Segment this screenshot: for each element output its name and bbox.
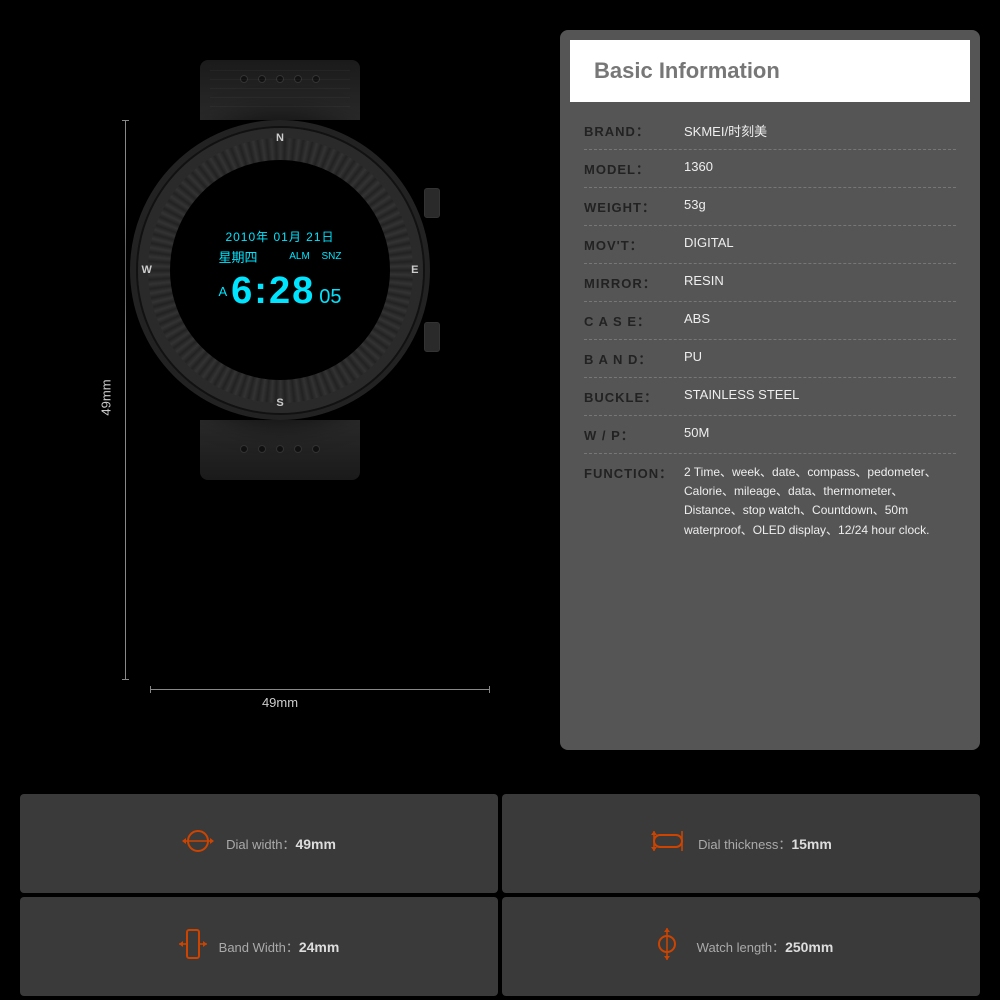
dim-label-width: 49mm — [262, 695, 298, 710]
info-row: BUCKLE：STAINLESS STEEL — [584, 378, 956, 416]
measure-icon — [649, 928, 685, 965]
watch-section: 49mm N S E — [20, 20, 540, 780]
measure-label: Dial thickness： — [698, 837, 791, 852]
band-hole — [312, 75, 320, 83]
band-holes-bottom — [200, 420, 360, 453]
measure-bar: Band Width：24mm — [20, 897, 498, 996]
band-hole — [240, 75, 248, 83]
measure-icon — [179, 928, 207, 965]
bottom-bars: Dial width：49mm Dial thickness：15mm Band W… — [0, 790, 1000, 1000]
measure-bar: Dial width：49mm — [20, 794, 498, 893]
info-row-value: 53g — [684, 197, 956, 212]
watch-seconds: 05 — [319, 286, 341, 309]
watch-time-row: A 6:28 05 — [219, 270, 342, 313]
watch-a-label: A — [219, 284, 228, 299]
watch-day: 星期四 — [219, 247, 258, 266]
measure-text: Band Width：24mm — [219, 937, 340, 956]
band-hole — [258, 445, 266, 453]
compass-south: S — [276, 397, 283, 409]
band-hole — [312, 445, 320, 453]
band-hole — [258, 75, 266, 83]
watch-display: 2010年 01月 21日 星期四 ALM SNZ A 6:28 05 — [209, 218, 352, 323]
info-row-label: B A N D： — [584, 349, 684, 368]
info-body: BRAND：SKMEI/时刻美MODEL：1360WEIGHT：53gMOV'T… — [560, 102, 980, 559]
info-row-value: SKMEI/时刻美 — [684, 121, 956, 140]
info-row-value: DIGITAL — [684, 235, 956, 250]
info-row: FUNCTION：2 Time、week、date、compass、pedome… — [584, 454, 956, 549]
measure-label: Dial width： — [226, 837, 295, 852]
band-hole — [276, 445, 284, 453]
info-row-value: RESIN — [684, 273, 956, 288]
side-button-bottom[interactable] — [424, 322, 440, 352]
compass-east: E — [411, 264, 418, 276]
info-row-label: WEIGHT： — [584, 197, 684, 216]
measure-icon — [182, 825, 214, 862]
info-panel: Basic Information BRAND：SKMEI/时刻美MODEL：1… — [560, 30, 980, 750]
watch-face: 2010年 01月 21日 星期四 ALM SNZ A 6:28 05 — [170, 160, 390, 380]
info-row-value: 1360 — [684, 159, 956, 174]
measure-text: Dial width：49mm — [226, 834, 336, 853]
info-row-label: MOV'T： — [584, 235, 684, 254]
main-area: 49mm N S E — [0, 0, 1000, 790]
info-header: Basic Information — [570, 40, 970, 102]
info-row: MOV'T：DIGITAL — [584, 226, 956, 264]
compass-north: N — [276, 132, 284, 144]
watch-day-row: 星期四 ALM SNZ — [219, 247, 342, 266]
info-row-label: BUCKLE： — [584, 387, 684, 406]
band-holes-top — [200, 60, 360, 83]
info-row-label: C A S E： — [584, 311, 684, 330]
info-row-value: ABS — [684, 311, 956, 326]
info-row: MODEL：1360 — [584, 150, 956, 188]
measure-text: Watch length：250mm — [697, 937, 834, 956]
watch-time: 6:28 — [231, 270, 315, 313]
dim-line-horizontal — [150, 689, 490, 690]
band-hole — [240, 445, 248, 453]
info-row-value: 2 Time、week、date、compass、pedometer、Calor… — [684, 463, 956, 540]
measure-label: Watch length： — [697, 940, 785, 955]
measure-text: Dial thickness：15mm — [698, 834, 832, 853]
info-row: BRAND：SKMEI/时刻美 — [584, 112, 956, 150]
measure-label: Band Width： — [219, 940, 299, 955]
info-title: Basic Information — [594, 58, 946, 84]
info-row-label: BRAND： — [584, 121, 684, 140]
dim-label-height: 49mm — [99, 379, 114, 415]
measure-value: 250mm — [785, 939, 833, 955]
info-row-value: 50M — [684, 425, 956, 440]
watch-date: 2010年 01月 21日 — [219, 228, 342, 245]
info-row-value: STAINLESS STEEL — [684, 387, 956, 402]
info-row: C A S E：ABS — [584, 302, 956, 340]
info-row-label: FUNCTION： — [584, 463, 684, 482]
watch-container: 49mm N S E — [70, 60, 490, 740]
dim-line-vertical — [125, 120, 126, 680]
info-row: WEIGHT：53g — [584, 188, 956, 226]
info-row: W / P：50M — [584, 416, 956, 454]
watch-snz: SNZ — [321, 251, 341, 262]
measure-bar: Watch length：250mm — [502, 897, 980, 996]
info-row: B A N D：PU — [584, 340, 956, 378]
compass-west: W — [142, 264, 152, 276]
info-row-label: MODEL： — [584, 159, 684, 178]
measure-value: 49mm — [295, 836, 335, 852]
band-hole — [294, 75, 302, 83]
info-row-label: W / P： — [584, 425, 684, 444]
side-button-top[interactable] — [424, 188, 440, 218]
measure-icon — [650, 827, 686, 860]
info-row-label: MIRROR： — [584, 273, 684, 292]
band-hole — [294, 445, 302, 453]
watch-case: N S E W 2010年 01月 21日 星期四 — [130, 120, 430, 420]
band-hole — [276, 75, 284, 83]
info-row: MIRROR：RESIN — [584, 264, 956, 302]
band-bottom — [200, 420, 360, 480]
measure-bar: Dial thickness：15mm — [502, 794, 980, 893]
measure-value: 15mm — [791, 836, 831, 852]
page-wrapper: 49mm N S E — [0, 0, 1000, 1000]
measure-value: 24mm — [299, 939, 339, 955]
band-top — [200, 60, 360, 120]
watch-alm: ALM — [289, 251, 310, 262]
info-row-value: PU — [684, 349, 956, 364]
